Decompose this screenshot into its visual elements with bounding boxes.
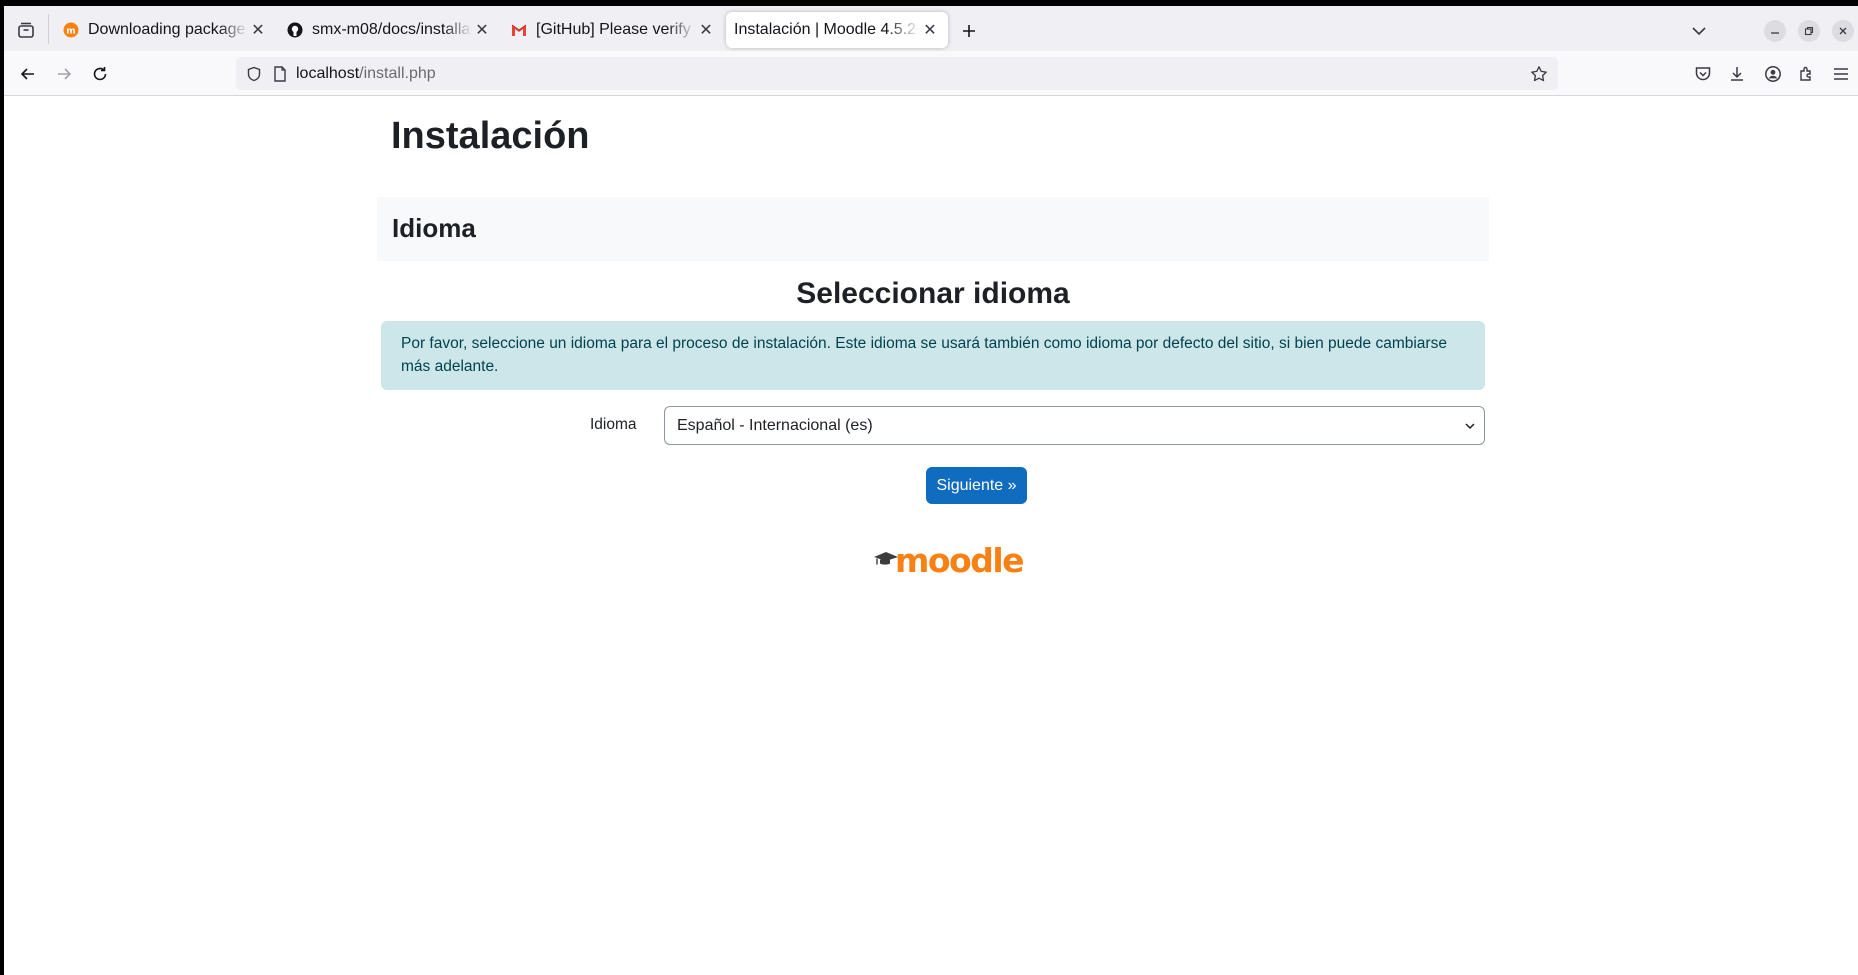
moodle-favicon-icon: m <box>62 21 80 39</box>
bookmark-star-icon[interactable] <box>1528 63 1550 85</box>
minimize-button[interactable] <box>1764 20 1786 42</box>
svg-text:m: m <box>66 27 75 37</box>
tab-instalacion-moodle[interactable]: Instalación | Moodle 4.5.2+ (Build ✕ <box>726 12 948 48</box>
close-tab-icon[interactable]: ✕ <box>920 20 940 40</box>
extensions-button[interactable] <box>1794 61 1820 87</box>
reload-icon <box>93 67 107 81</box>
tab-github-docs[interactable]: smx-m08/docs/installacio ✕ <box>278 12 500 48</box>
forward-button[interactable] <box>50 60 78 88</box>
moodle-logo[interactable]: moodle <box>873 537 1025 580</box>
page-title: Instalación <box>391 115 590 157</box>
reload-button[interactable] <box>86 60 114 88</box>
hamburger-menu-icon <box>1834 68 1848 80</box>
address-bar[interactable]: localhost/install.php <box>236 57 1558 90</box>
close-tab-icon[interactable]: ✕ <box>248 20 268 40</box>
tab-title: [GitHub] Please verify your <box>536 21 696 38</box>
back-button[interactable] <box>14 60 42 88</box>
navigation-toolbar: localhost/install.php <box>4 51 1858 96</box>
language-field-label: Idioma <box>590 416 637 433</box>
chevron-down-icon <box>1692 27 1706 36</box>
gmail-favicon-icon <box>510 21 528 39</box>
pocket-icon <box>1695 67 1711 81</box>
restore-icon <box>1804 26 1814 36</box>
arrow-right-icon <box>58 68 72 80</box>
section-header: Idioma <box>377 197 1489 261</box>
page-content: Instalación Idioma Seleccionar idioma Po… <box>4 97 1858 975</box>
close-tab-icon[interactable]: ✕ <box>696 20 716 40</box>
pocket-button[interactable] <box>1690 61 1716 87</box>
tab-strip-separator <box>48 14 49 44</box>
close-icon <box>1839 27 1847 35</box>
tab-list-icon <box>18 22 34 38</box>
menu-button[interactable] <box>1828 61 1854 87</box>
tab-gmail-github-verify[interactable]: [GitHub] Please verify your ✕ <box>502 12 724 48</box>
restore-button[interactable] <box>1798 20 1820 42</box>
list-all-tabs-button[interactable] <box>12 16 40 44</box>
shield-icon[interactable] <box>244 64 264 84</box>
tab-downloading-package[interactable]: m Downloading package | Moodle ✕ <box>54 12 276 48</box>
account-icon <box>1765 66 1781 82</box>
language-select-value: Español - Internacional (es) <box>677 416 873 434</box>
url-host: localhost <box>296 64 360 82</box>
tab-title: smx-m08/docs/installacio <box>312 21 472 38</box>
tab-overflow-button[interactable] <box>1688 20 1710 42</box>
tab-title: Instalación | Moodle 4.5.2+ (Build <box>734 21 920 38</box>
github-favicon-icon <box>286 21 304 39</box>
minimize-icon <box>1771 32 1779 34</box>
downloads-button[interactable] <box>1724 61 1750 87</box>
arrow-left-icon <box>20 68 34 80</box>
account-button[interactable] <box>1760 61 1786 87</box>
tab-strip: m Downloading package | Moodle ✕ smx-m08… <box>4 6 1858 51</box>
info-alert-text: Por favor, seleccione un idioma para el … <box>401 335 1447 375</box>
next-button[interactable]: Siguiente » <box>926 467 1027 504</box>
close-tab-icon[interactable]: ✕ <box>472 20 492 40</box>
puzzle-icon <box>1800 66 1811 81</box>
chevron-down-icon <box>1462 418 1478 434</box>
new-tab-button[interactable] <box>956 18 982 44</box>
tab-title: Downloading package | Moodle <box>88 21 248 38</box>
plus-icon <box>963 25 975 37</box>
url-path: /install.php <box>359 64 436 82</box>
download-icon <box>1731 67 1743 81</box>
language-select[interactable]: Español - Internacional (es) <box>664 406 1485 445</box>
select-language-heading: Seleccionar idioma <box>796 277 1070 310</box>
moodle-logo-text: moodle <box>895 541 1025 580</box>
close-window-button[interactable] <box>1832 20 1854 42</box>
info-alert: Por favor, seleccione un idioma para el … <box>381 321 1485 390</box>
browser-window: m Downloading package | Moodle ✕ smx-m08… <box>4 6 1858 975</box>
page-icon[interactable] <box>270 64 290 84</box>
section-heading: Idioma <box>392 213 476 243</box>
